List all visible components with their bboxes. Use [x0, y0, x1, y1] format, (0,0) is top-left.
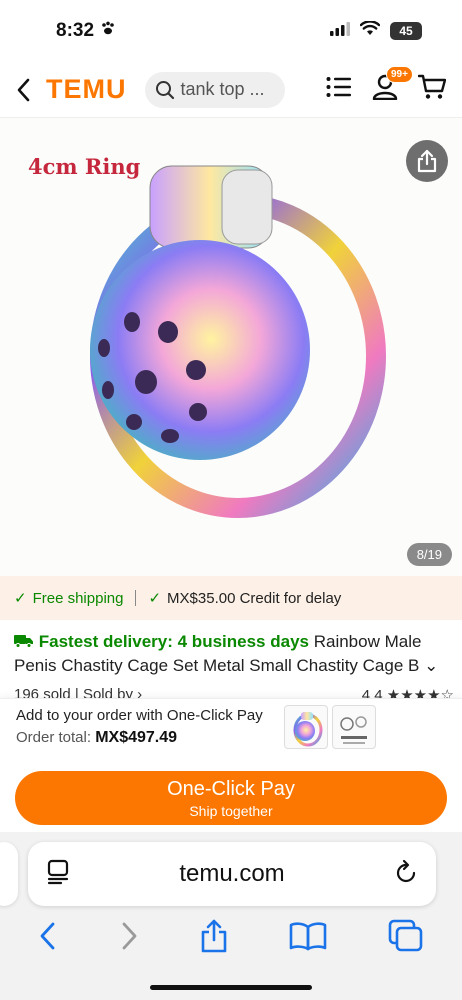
address-bar[interactable]: temu.com — [28, 842, 436, 906]
image-counter: 8/19 — [406, 543, 452, 566]
sold-meta: 196 sold | Sold by › — [14, 686, 142, 698]
cart-icon — [417, 74, 447, 99]
one-click-pay-button[interactable]: One-Click Pay Ship together — [15, 771, 447, 825]
chevron-right-icon — [122, 922, 136, 949]
order-item-thumbnail[interactable] — [284, 705, 328, 749]
sold-by-label[interactable]: Sold by — [83, 686, 133, 698]
reload-icon — [396, 859, 416, 882]
list-icon — [326, 77, 351, 97]
reload-button[interactable] — [394, 859, 418, 890]
screen: 8:32 45 TEMU tank top ... 99+ 4cm Ring 8… — [0, 0, 462, 1000]
browser-back-button[interactable] — [38, 921, 58, 956]
share-icon — [201, 919, 227, 952]
pay-button-sublabel: Ship together — [189, 802, 273, 819]
notification-badge: 99+ — [386, 66, 413, 83]
rating-meta: 4.4 ★★★★☆ — [362, 686, 454, 698]
bookmarks-button[interactable] — [289, 921, 327, 956]
status-bar: 8:32 45 — [0, 0, 462, 62]
app-header: TEMU tank top ... 99+ — [0, 62, 462, 118]
status-time: 8:32 — [56, 20, 95, 41]
product-title-part2: Penis Chastity Cage Set Metal Small Chas… — [14, 656, 420, 675]
checkmark-icon: ✓ — [148, 590, 162, 607]
browser-forward-button[interactable] — [119, 921, 139, 956]
account-button[interactable]: 99+ — [372, 66, 413, 105]
tabs-button[interactable] — [388, 919, 424, 958]
share-button[interactable] — [406, 140, 448, 182]
shipping-banner[interactable]: ✓ Free shipping ✓ MX$35.00 Credit for de… — [0, 576, 462, 620]
paw-icon — [100, 20, 116, 42]
product-title-part1: Rainbow Male — [313, 632, 422, 651]
title-line-1: Fastest delivery: 4 business days Rainbo… — [14, 630, 454, 654]
add-to-order-text: Add to your order with One-Click Pay — [16, 707, 263, 724]
book-icon — [290, 921, 327, 950]
free-shipping-text: Free shipping — [32, 589, 124, 607]
signal-icon — [330, 21, 350, 41]
chevron-left-icon — [17, 78, 30, 101]
temu-logo[interactable]: TEMU — [46, 74, 127, 105]
truck-icon — [14, 632, 39, 651]
previous-tab-preview[interactable] — [0, 842, 18, 906]
menu-list-button[interactable] — [326, 76, 352, 103]
home-indicator — [150, 985, 312, 990]
search-input[interactable]: tank top ... — [144, 71, 285, 108]
star-rating-icon: ★★★★☆ — [386, 687, 454, 698]
battery-indicator: 45 — [390, 22, 422, 40]
order-total-label: Order total: — [16, 729, 92, 746]
wifi-icon — [359, 20, 381, 41]
cage-thumbnail-icon — [293, 712, 323, 747]
browser-share-button[interactable] — [199, 919, 229, 958]
share-icon — [417, 149, 437, 173]
cart-button[interactable] — [417, 74, 447, 105]
tabs-icon — [388, 919, 423, 951]
sold-count: 196 sold — [14, 686, 71, 698]
chevron-left-icon — [40, 922, 55, 949]
browser-toolbar: temu.com — [0, 832, 462, 1000]
image-ring-label: 4cm Ring — [28, 154, 141, 179]
search-icon — [155, 80, 174, 99]
order-total-row: Order total: MX$497.49 — [16, 729, 177, 747]
delay-credit-text: MX$35.00 Credit for delay — [167, 589, 342, 607]
rating-value: 4.4 — [361, 687, 383, 698]
product-title-area[interactable]: Fastest delivery: 4 business days Rainbo… — [14, 630, 454, 678]
search-placeholder: tank top ... — [180, 79, 265, 99]
page-format-icon — [47, 859, 69, 884]
product-photo-illustration — [90, 165, 386, 518]
status-time-group: 8:32 — [56, 20, 116, 42]
order-total-value: MX$497.49 — [95, 729, 178, 746]
header-actions: 99+ — [326, 66, 450, 105]
url-text: temu.com — [179, 860, 285, 887]
one-click-panel: Add to your order with One-Click Pay Ord… — [0, 698, 462, 838]
browser-nav-row — [0, 916, 462, 960]
fastest-delivery-text: Fastest delivery: 4 business days — [38, 632, 309, 651]
title-line-2: Penis Chastity Cage Set Metal Small Chas… — [14, 654, 454, 678]
checkmark-icon: ✓ — [14, 590, 27, 607]
order-item-thumbnail[interactable] — [332, 705, 376, 749]
status-icons: 45 — [330, 20, 422, 41]
accessory-thumbnail-icon — [340, 716, 367, 744]
sales-meta-row: 196 sold | Sold by › 4.4 ★★★★☆ — [14, 686, 454, 698]
pay-button-label: One-Click Pay — [167, 777, 295, 800]
chevron-down-icon[interactable]: ⌄ — [424, 656, 438, 675]
divider — [135, 590, 137, 606]
product-image[interactable]: 4cm Ring 8/19 — [0, 118, 462, 576]
back-button[interactable] — [12, 70, 36, 110]
page-menu-button[interactable] — [46, 859, 70, 890]
